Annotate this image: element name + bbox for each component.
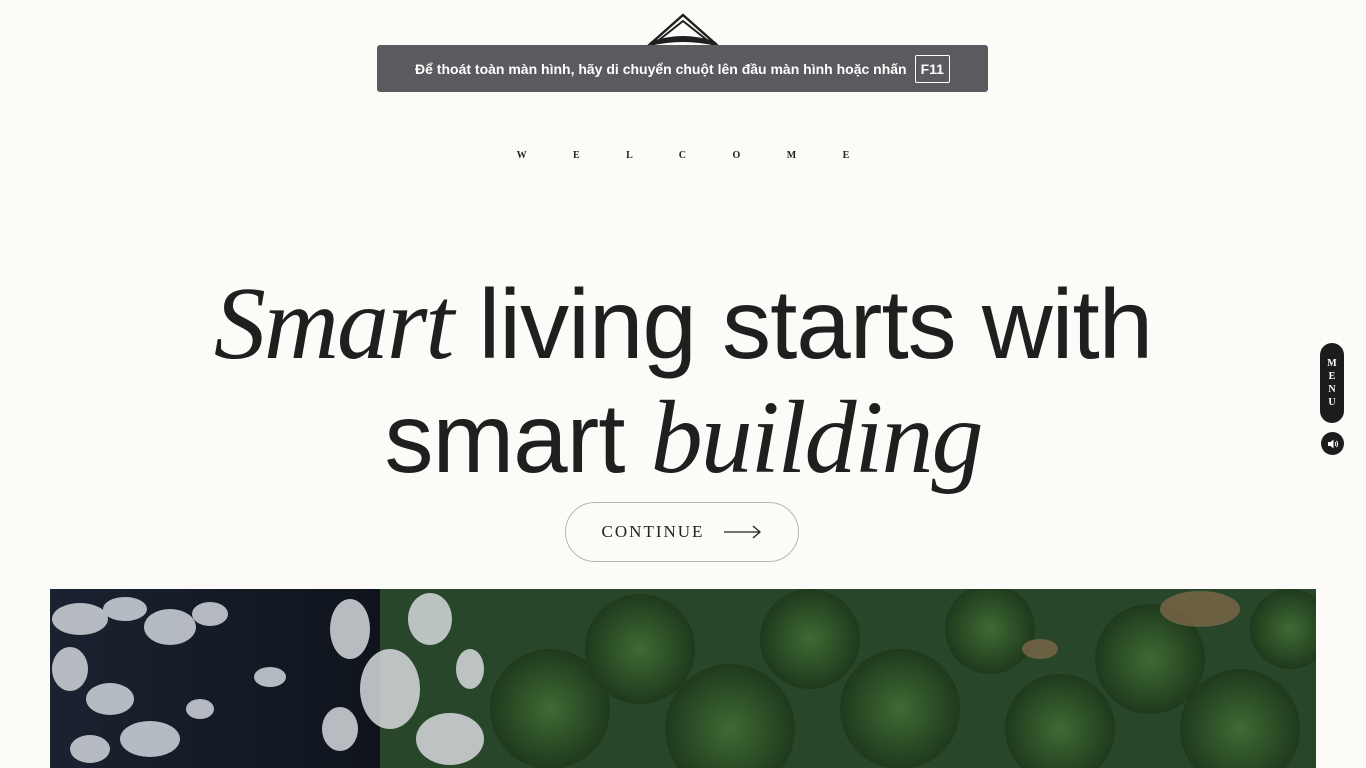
headline-italic-word-1: Smart [213, 266, 454, 381]
arrow-right-icon [724, 525, 762, 539]
headline-italic-word-2: building [650, 380, 984, 495]
menu-letter: N [1328, 384, 1336, 395]
aerial-forest-river-image [50, 589, 1316, 768]
fullscreen-exit-notice: Để thoát toàn màn hình, hãy di chuyển ch… [377, 45, 988, 92]
continue-button[interactable]: CONTINUE [565, 502, 799, 562]
continue-label: CONTINUE [601, 522, 705, 541]
welcome-eyebrow: W E L C O M E [516, 150, 872, 161]
headline-text-2: smart [384, 383, 651, 493]
headline-line-2: smart building [0, 386, 1366, 490]
sound-toggle-button[interactable] [1321, 432, 1344, 455]
hero-image-art [50, 589, 1316, 768]
fullscreen-notice-text: Để thoát toàn màn hình, hãy di chuyển ch… [415, 60, 907, 77]
f11-key-badge: F11 [914, 54, 950, 83]
headline-line-1: Smart living starts with [0, 272, 1366, 376]
menu-letter: U [1328, 397, 1336, 408]
headline-text-1: living starts with [452, 269, 1154, 379]
menu-letter: E [1328, 371, 1336, 382]
side-menu-button[interactable]: M E N U [1320, 343, 1344, 423]
speaker-icon [1327, 439, 1338, 448]
menu-letter: M [1327, 358, 1337, 369]
